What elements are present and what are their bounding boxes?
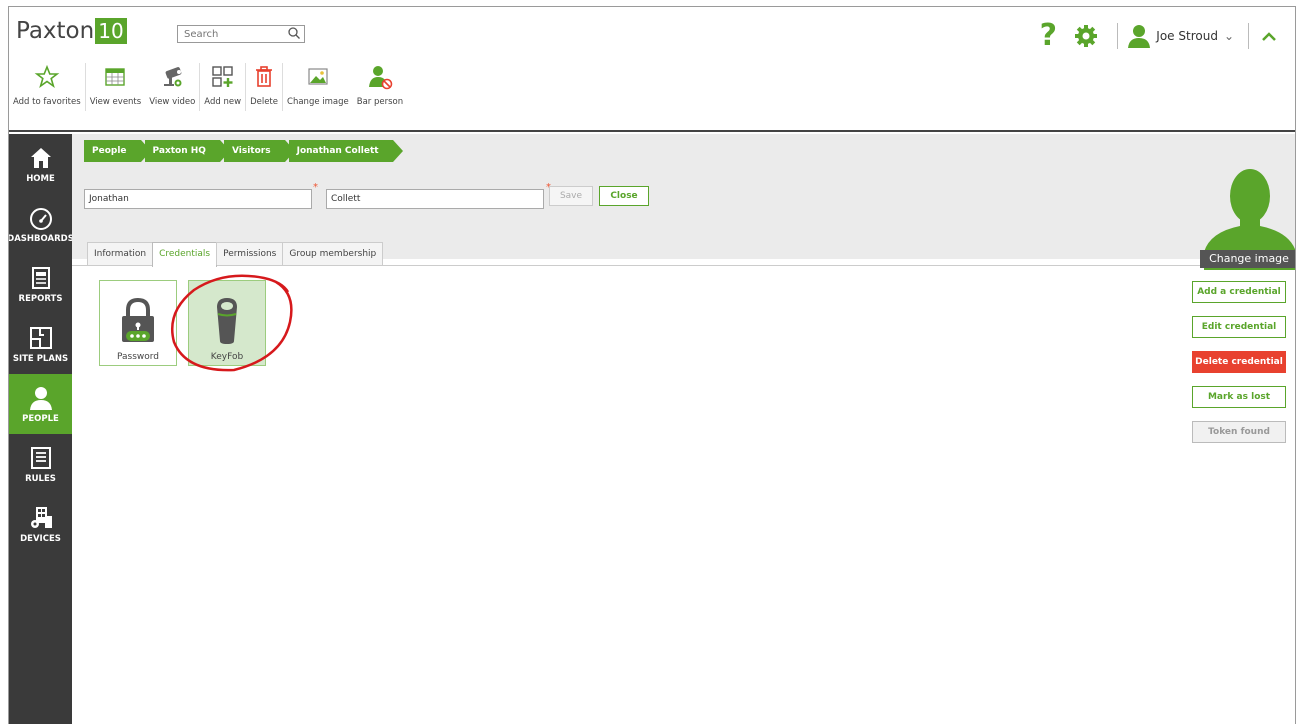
tab-permissions[interactable]: Permissions [216,242,284,265]
breadcrumb: People Paxton HQ Visitors Jonathan Colle… [84,140,403,162]
divider [1248,23,1249,49]
delete-button[interactable]: Delete [246,63,282,113]
calendar-icon [105,68,126,86]
add-credential-button[interactable]: Add a credential [1192,281,1286,303]
home-icon [30,147,51,168]
view-video-button[interactable]: View video [145,63,199,113]
star-icon [34,64,60,88]
rules-icon [30,446,51,469]
report-icon [31,266,50,289]
breadcrumb-item-people[interactable]: People [84,140,150,162]
user-avatar-icon[interactable] [1126,23,1152,49]
sidebar-item-devices[interactable]: DEVICES [9,494,72,554]
sidebar: HOME DASHBOARDS REPORTS SITE PLANS PEOPL… [9,134,74,724]
highlight-circle-annotation [171,274,293,372]
sidebar-item-home[interactable]: HOME [9,134,72,194]
help-icon[interactable]: ? [1033,21,1063,51]
search-icon[interactable] [287,26,301,40]
sidebar-item-people[interactable]: PEOPLE [9,374,72,434]
gear-icon[interactable] [1073,23,1099,49]
app-window: Paxton10 ? Joe Stroud ⌄ Add to [8,6,1296,724]
site-plan-icon [29,326,52,349]
breadcrumb-item-current[interactable]: Jonathan Collett [288,140,403,162]
last-name-field[interactable]: Collett [326,189,544,209]
first-name-field[interactable]: Jonathan [84,189,312,209]
breadcrumb-item-visitors[interactable]: Visitors [223,140,295,162]
image-icon [308,68,328,85]
delete-credential-button[interactable]: Delete credential [1192,351,1286,373]
close-button[interactable]: Close [599,186,649,206]
edit-credential-button[interactable]: Edit credential [1192,316,1286,338]
view-events-button[interactable]: View events [86,63,146,113]
mark-as-lost-button[interactable]: Mark as lost [1192,386,1286,408]
token-found-button[interactable]: Token found [1192,421,1286,443]
breadcrumb-item-paxton-hq[interactable]: Paxton HQ [144,140,231,162]
search-input[interactable] [177,25,305,43]
logo-version: 10 [95,18,127,44]
bar-person-icon [368,66,393,90]
password-lock-icon [122,297,154,342]
chevron-down-icon[interactable]: ⌄ [1224,29,1234,43]
bar-person-button[interactable]: Bar person [353,63,407,113]
paxton-logo: Paxton 10 [16,18,127,44]
change-image-label[interactable]: Change image [1200,250,1295,268]
top-right-controls: ? Joe Stroud ⌄ [1033,19,1295,53]
dashboard-icon [29,207,52,230]
chevron-up-icon[interactable] [1257,26,1281,46]
sidebar-item-rules[interactable]: RULES [9,434,72,494]
tab-information[interactable]: Information [87,242,154,265]
ribbon-toolbar: Add to favorites View events View video … [9,63,407,113]
save-button[interactable]: Save [549,186,593,206]
main-content: People Paxton HQ Visitors Jonathan Colle… [72,134,1295,724]
add-to-favorites-button[interactable]: Add to favorites [9,63,85,113]
user-name[interactable]: Joe Stroud [1156,29,1218,43]
tab-baseline [72,265,1200,266]
tab-credentials[interactable]: Credentials [152,242,218,267]
sidebar-item-dashboards[interactable]: DASHBOARDS [9,194,74,254]
top-bar: Paxton10 ? Joe Stroud ⌄ Add to [9,7,1295,132]
person-icon [29,386,52,410]
add-new-button[interactable]: Add new [200,63,245,113]
change-image-button[interactable]: Change image [283,63,353,113]
record-tabs: Information Credentials Permissions Grou… [87,242,384,267]
sidebar-item-reports[interactable]: REPORTS [9,254,72,314]
trash-icon [256,66,273,87]
tab-group-membership[interactable]: Group membership [282,242,384,265]
add-new-icon [211,66,233,87]
required-marker: * [313,182,318,193]
logo-text: Paxton [16,18,95,44]
divider [1117,23,1119,49]
sidebar-item-site-plans[interactable]: SITE PLANS [9,314,72,374]
credential-label: Password [116,352,160,362]
devices-icon [30,506,52,528]
camera-icon [164,67,182,87]
